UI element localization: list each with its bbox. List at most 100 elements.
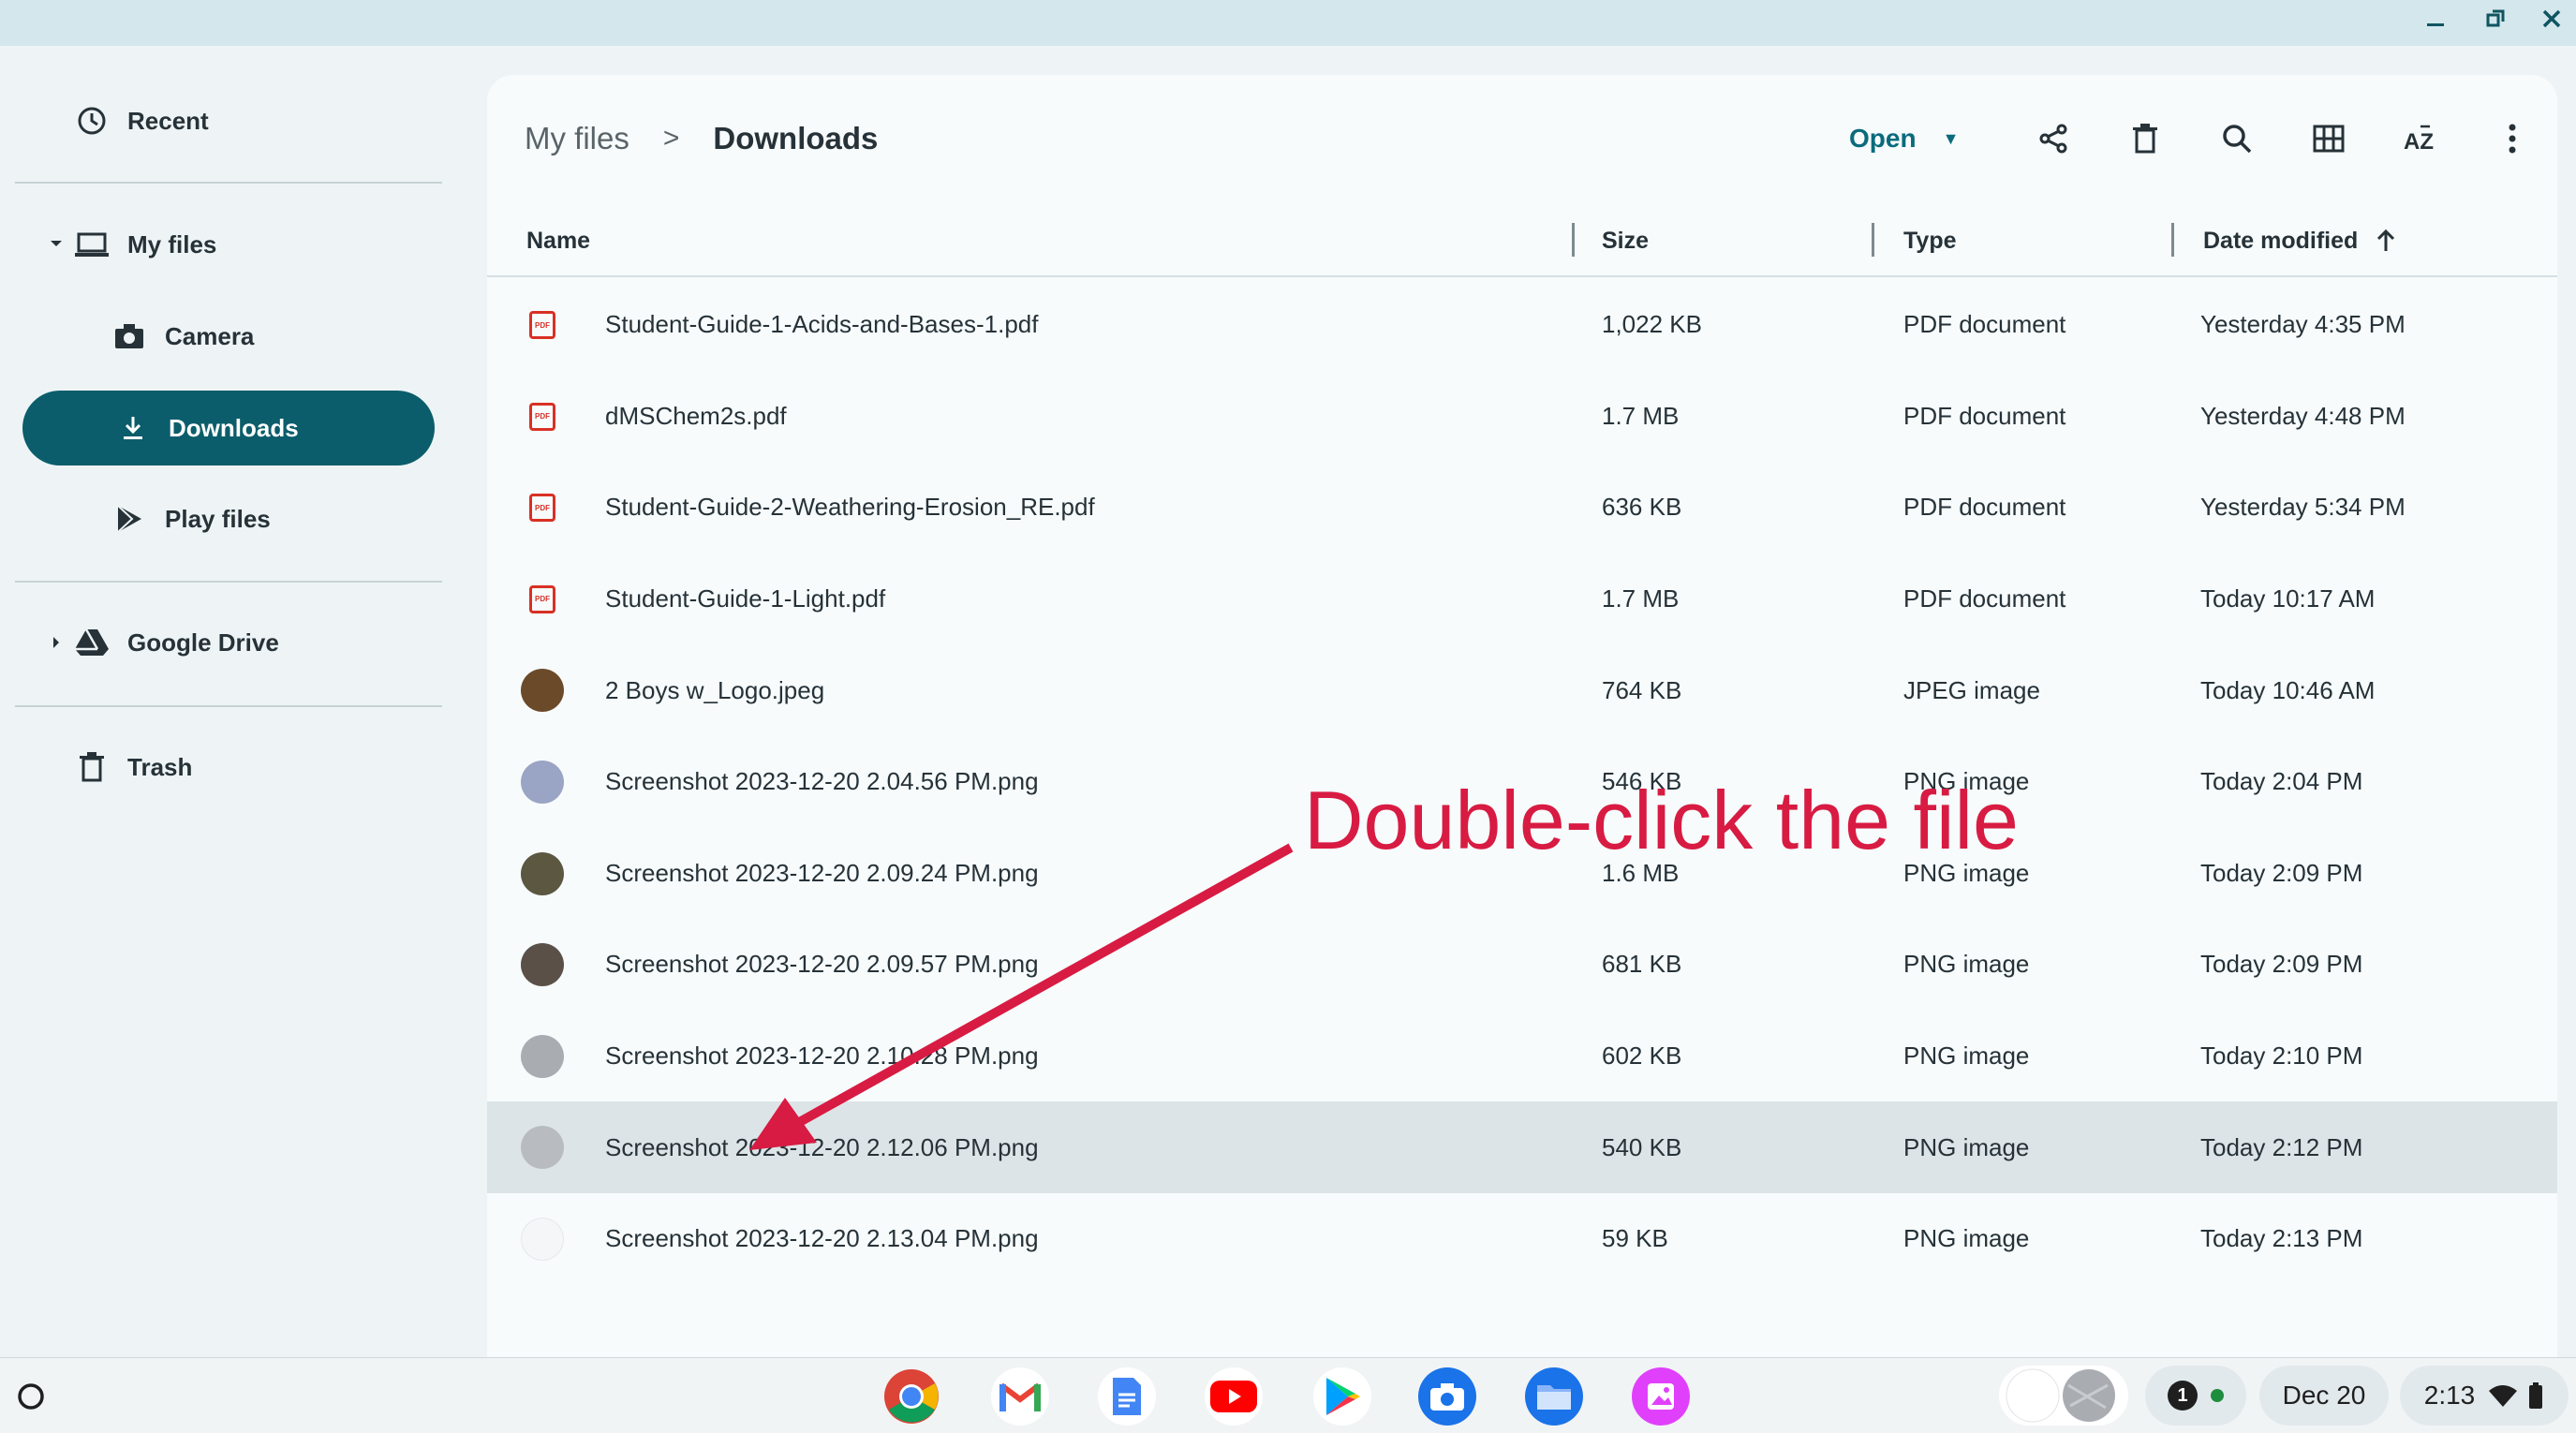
chrome-app[interactable] <box>882 1367 940 1426</box>
file-thumbnail: PDF <box>521 395 564 438</box>
close-icon[interactable] <box>2525 0 2576 37</box>
more-options-button[interactable] <box>2484 111 2540 167</box>
breadcrumb-my-files[interactable]: My files <box>525 121 629 156</box>
pdf-icon: PDF <box>529 311 555 339</box>
notification-tray[interactable]: 1 <box>2145 1366 2246 1426</box>
files-app[interactable] <box>1525 1367 1583 1426</box>
file-type: PDF document <box>1903 310 2066 339</box>
grid-view-button[interactable] <box>2301 111 2357 167</box>
column-divider[interactable] <box>1872 223 1874 257</box>
docs-app[interactable] <box>1098 1367 1156 1426</box>
notification-count: 1 <box>2168 1381 2198 1411</box>
search-button[interactable] <box>2209 111 2265 167</box>
sidebar-item-recent[interactable]: Recent <box>73 83 448 158</box>
image-thumbnail-icon <box>521 1126 564 1170</box>
table-row[interactable]: Screenshot 2023-12-20 2.12.06 PM.png 540… <box>487 1101 2557 1193</box>
file-date: Today 2:09 PM <box>2200 858 2363 887</box>
open-button[interactable]: Open ▼ <box>1849 111 1959 167</box>
status-area[interactable]: 2:13 <box>2400 1366 2569 1426</box>
column-header-type[interactable]: Type <box>1903 204 1957 277</box>
table-row[interactable]: PDF Student-Guide-1-Acids-and-Bases-1.pd… <box>487 279 2557 371</box>
sidebar-item-label: Camera <box>165 321 255 350</box>
trash-icon <box>73 748 111 786</box>
file-thumbnail <box>521 1217 564 1261</box>
delete-button[interactable] <box>2117 111 2173 167</box>
file-date: Yesterday 4:48 PM <box>2200 401 2406 430</box>
file-size: 1,022 KB <box>1602 310 1702 339</box>
image-thumbnail-icon <box>521 851 564 895</box>
file-type: PDF document <box>1903 493 2066 522</box>
table-row[interactable]: PDF dMSChem2s.pdf 1.7 MB PDF document Ye… <box>487 371 2557 463</box>
youtube-icon <box>1210 1381 1257 1412</box>
column-header-name[interactable]: Name <box>526 204 590 277</box>
gmail-app[interactable] <box>991 1367 1049 1426</box>
sort-button[interactable]: AZ <box>2392 111 2449 167</box>
file-date: Today 10:46 AM <box>2200 675 2376 704</box>
column-divider[interactable] <box>1572 223 1575 257</box>
minimize-icon[interactable] <box>2409 0 2462 37</box>
docs-icon <box>1113 1378 1141 1415</box>
restore-icon[interactable] <box>2469 0 2522 37</box>
file-name: Student-Guide-2-Weathering-Erosion_RE.pd… <box>605 493 1095 522</box>
time-text: 2:13 <box>2423 1381 2476 1410</box>
camera-icon <box>1430 1383 1464 1411</box>
sidebar-item-google-drive[interactable]: Google Drive <box>73 605 448 680</box>
holding-space-tray[interactable] <box>1999 1366 2128 1426</box>
pdf-icon: PDF <box>529 402 555 431</box>
date-tray[interactable]: Dec 20 <box>2259 1366 2389 1426</box>
file-date: Today 10:17 AM <box>2200 584 2376 613</box>
camera-icon <box>111 318 148 355</box>
sidebar-item-downloads[interactable]: Downloads <box>22 391 435 465</box>
sort-az-icon: AZ <box>2404 125 2434 155</box>
youtube-app[interactable] <box>1205 1367 1263 1426</box>
sidebar-item-trash[interactable]: Trash <box>73 730 448 805</box>
sidebar-item-play-files[interactable]: Play files <box>111 481 448 556</box>
caret-down-icon[interactable] <box>47 234 66 253</box>
table-row[interactable]: Screenshot 2023-12-20 2.09.57 PM.png 681… <box>487 919 2557 1011</box>
column-header-date[interactable]: Date modified <box>2203 204 2397 277</box>
file-name: Screenshot 2023-12-20 2.09.57 PM.png <box>605 950 1039 979</box>
caret-right-icon[interactable] <box>47 633 66 652</box>
holding-space-icon <box>2006 1368 2115 1423</box>
download-icon <box>114 409 152 447</box>
play-store-icon <box>1326 1378 1360 1415</box>
file-type: PNG image <box>1903 1042 2030 1071</box>
share-button[interactable] <box>2025 111 2081 167</box>
gmail-icon <box>999 1382 1041 1411</box>
image-thumbnail-icon <box>521 943 564 987</box>
table-header: Name Size Type Date modified <box>487 204 2557 277</box>
sidebar-item-label: Google Drive <box>127 628 279 657</box>
sidebar-item-label: My files <box>127 229 217 259</box>
file-thumbnail <box>521 851 564 895</box>
sidebar-item-camera[interactable]: Camera <box>111 299 448 374</box>
breadcrumb: My files > Downloads <box>525 111 878 167</box>
file-date: Yesterday 4:35 PM <box>2200 310 2406 339</box>
file-size: 602 KB <box>1602 1042 1682 1071</box>
more-vert-icon <box>2509 124 2516 154</box>
column-divider[interactable] <box>2171 223 2174 257</box>
file-size: 764 KB <box>1602 675 1682 704</box>
file-size: 1.7 MB <box>1602 584 1680 613</box>
launcher-button[interactable] <box>2 1367 60 1426</box>
gallery-icon <box>1648 1383 1674 1410</box>
file-thumbnail: PDF <box>521 486 564 529</box>
camera-app[interactable] <box>1418 1367 1476 1426</box>
table-row[interactable]: PDF Student-Guide-1-Light.pdf 1.7 MB PDF… <box>487 554 2557 645</box>
table-row[interactable]: 2 Boys w_Logo.jpeg 764 KB JPEG image Tod… <box>487 644 2557 736</box>
gallery-app[interactable] <box>1632 1367 1690 1426</box>
file-date: Today 2:04 PM <box>2200 767 2363 796</box>
file-thumbnail <box>521 943 564 987</box>
file-thumbnail: PDF <box>521 303 564 347</box>
table-row[interactable]: PDF Student-Guide-2-Weathering-Erosion_R… <box>487 462 2557 554</box>
file-size: 636 KB <box>1602 493 1682 522</box>
sidebar-divider <box>15 705 442 707</box>
file-date: Yesterday 5:34 PM <box>2200 493 2406 522</box>
sidebar-item-my-files[interactable]: My files <box>73 207 448 282</box>
table-row[interactable]: Screenshot 2023-12-20 2.13.04 PM.png 59 … <box>487 1193 2557 1285</box>
file-size: 540 KB <box>1602 1132 1682 1161</box>
battery-icon <box>2529 1382 2543 1409</box>
sidebar-item-label: Recent <box>127 106 209 135</box>
table-row[interactable]: Screenshot 2023-12-20 2.10.28 PM.png 602… <box>487 1011 2557 1102</box>
column-header-size[interactable]: Size <box>1602 204 1649 277</box>
play-store-app[interactable] <box>1313 1367 1371 1426</box>
